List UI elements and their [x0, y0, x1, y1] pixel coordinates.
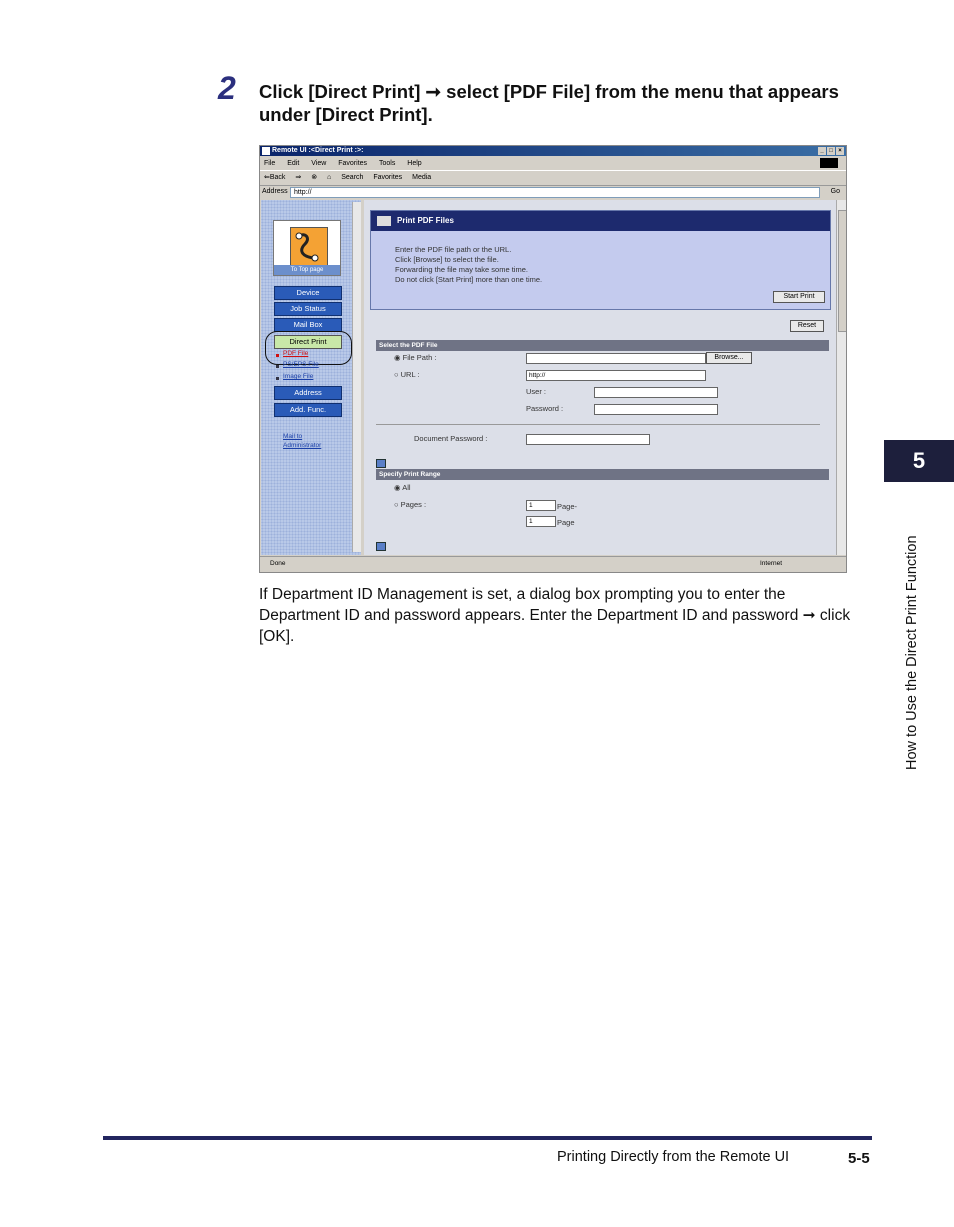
top-page-logo[interactable]: To Top page	[273, 220, 341, 276]
direct-print-highlight	[265, 331, 352, 365]
menu-edit[interactable]: Edit	[287, 160, 299, 167]
address-input[interactable]: http://	[290, 187, 820, 198]
back-button[interactable]: ⇐Back	[264, 174, 285, 181]
go-button[interactable]: Go	[831, 186, 840, 198]
pages-radio[interactable]: ○ Pages :	[394, 500, 426, 509]
browser-screenshot: Remote UI :<Direct Print :>: _ □ × File …	[259, 145, 847, 573]
instruction-line: Click [Browse] to select the file.	[395, 255, 499, 264]
top-page-caption: To Top page	[274, 265, 340, 275]
print-pdf-panel: Print PDF Files Enter the PDF file path …	[370, 210, 831, 310]
user-input[interactable]	[594, 387, 718, 398]
minimize-icon[interactable]: _	[818, 147, 826, 155]
nav-image-file-link[interactable]: Image File	[283, 373, 313, 380]
expand-icon[interactable]	[376, 542, 386, 551]
nav-add-func-button[interactable]: Add. Func.	[274, 403, 342, 417]
menu-favorites[interactable]: Favorites	[338, 160, 367, 167]
window-titlebar: Remote UI :<Direct Print :>: _ □ ×	[260, 146, 846, 156]
browse-button[interactable]: Browse...	[706, 352, 752, 364]
nav-ps-eps-file-link[interactable]: PS/EPS File	[283, 361, 319, 368]
remote-ui-sidebar: To Top page Device Job Status Mail Box D…	[261, 200, 361, 555]
menu-bar: File Edit View Favorites Tools Help	[260, 158, 846, 169]
mail-admin-link[interactable]: Mail to Administrator	[283, 432, 321, 450]
page-to-suffix: Page	[557, 518, 575, 527]
password-input[interactable]	[594, 404, 718, 415]
favorites-button[interactable]: Favorites	[373, 174, 402, 181]
reset-button[interactable]: Reset	[790, 320, 824, 332]
close-icon[interactable]: ×	[836, 147, 844, 155]
file-path-label: File Path :	[402, 353, 437, 362]
mail-link-line2: Administrator	[283, 442, 322, 449]
menu-tools[interactable]: Tools	[379, 160, 395, 167]
media-button[interactable]: Media	[412, 174, 431, 181]
stop-button[interactable]: ⊗	[311, 174, 317, 181]
user-label: User :	[526, 387, 547, 396]
document-password-input[interactable]	[526, 434, 650, 445]
divider	[376, 424, 820, 425]
bullet-icon	[276, 365, 279, 368]
collapse-icon[interactable]	[376, 459, 386, 468]
step-instruction: Click [Direct Print] ➞ select [PDF File]…	[259, 81, 839, 125]
sidebar-scrollbar[interactable]	[352, 202, 361, 552]
windows-logo-icon	[820, 158, 838, 168]
pages-label: Pages :	[400, 500, 427, 509]
bullet-icon	[276, 377, 279, 380]
nav-address-button[interactable]: Address	[274, 386, 342, 400]
url-label: URL :	[400, 370, 420, 379]
bullet-icon	[276, 354, 279, 357]
all-radio[interactable]: ◉ All	[394, 483, 411, 492]
file-path-input[interactable]	[526, 353, 706, 364]
file-path-radio[interactable]: ◉ File Path :	[394, 353, 436, 362]
instruction-line: Enter the PDF file path or the URL.	[395, 245, 512, 254]
panel-instructions: Enter the PDF file path or the URL. Clic…	[395, 245, 542, 285]
scrollbar-thumb[interactable]	[838, 210, 846, 332]
browser-toolbar: ⇐Back ⇒ ⊗ ⌂ Search Favorites Media	[260, 170, 846, 186]
menu-view[interactable]: View	[311, 160, 326, 167]
nav-job-status-button[interactable]: Job Status	[274, 302, 342, 316]
nav-device-button[interactable]: Device	[274, 286, 342, 300]
content-scrollbar[interactable]	[836, 200, 846, 555]
forward-button[interactable]: ⇒	[295, 174, 301, 181]
panel-header: Print PDF Files	[371, 211, 830, 231]
nav-pdf-file-link[interactable]: PDF File	[283, 350, 308, 357]
printer-icon	[377, 215, 391, 226]
status-done: Done	[270, 560, 286, 567]
footer-rule	[103, 1136, 872, 1140]
password-label: Password :	[526, 404, 564, 413]
status-zone: Internet	[760, 560, 783, 567]
address-label: Address	[262, 188, 288, 195]
maximize-icon[interactable]: □	[827, 147, 835, 155]
instruction-line: Forwarding the file may take some time.	[395, 265, 528, 274]
body-paragraph: If Department ID Management is set, a di…	[259, 586, 851, 645]
browser-icon	[262, 147, 270, 155]
page-to-input[interactable]: 1	[526, 516, 556, 527]
start-print-button[interactable]: Start Print	[773, 291, 825, 303]
window-title: Remote UI :<Direct Print :>:	[272, 147, 364, 154]
instruction-line: Do not click [Start Print] more than one…	[395, 275, 543, 284]
section-print-range: Specify Print Range	[376, 469, 829, 480]
url-input[interactable]: http://	[526, 370, 706, 381]
address-bar: Address http:// Go	[260, 186, 846, 198]
home-button[interactable]: ⌂	[327, 174, 331, 181]
browser-statusbar: Done Internet	[260, 556, 846, 571]
section-select-pdf: Select the PDF File	[376, 340, 829, 351]
chapter-tab: 5	[884, 440, 954, 482]
menu-file[interactable]: File	[264, 160, 275, 167]
print-pdf-content: Print PDF Files Enter the PDF file path …	[364, 200, 836, 555]
page-from-suffix: Page-	[557, 502, 578, 511]
url-radio[interactable]: ○ URL :	[394, 370, 420, 379]
footer-title: Printing Directly from the Remote UI	[557, 1149, 790, 1165]
chapter-side-title: How to Use the Direct Print Function	[904, 488, 926, 770]
menu-help[interactable]: Help	[407, 160, 421, 167]
panel-title: Print PDF Files	[397, 216, 454, 225]
side-title-text: How to Use the Direct Print Function	[904, 535, 920, 770]
document-password-label: Document Password :	[414, 434, 488, 443]
page-number: 5-5	[848, 1150, 870, 1167]
step-number: 2	[218, 70, 236, 106]
mail-link-line1: Mail to	[283, 433, 303, 440]
page-from-input[interactable]: 1	[526, 500, 556, 511]
search-button[interactable]: Search	[341, 174, 363, 181]
nav-mail-box-button[interactable]: Mail Box	[274, 318, 342, 332]
all-label: All	[402, 483, 411, 492]
remote-ui-logo-icon	[290, 227, 328, 267]
